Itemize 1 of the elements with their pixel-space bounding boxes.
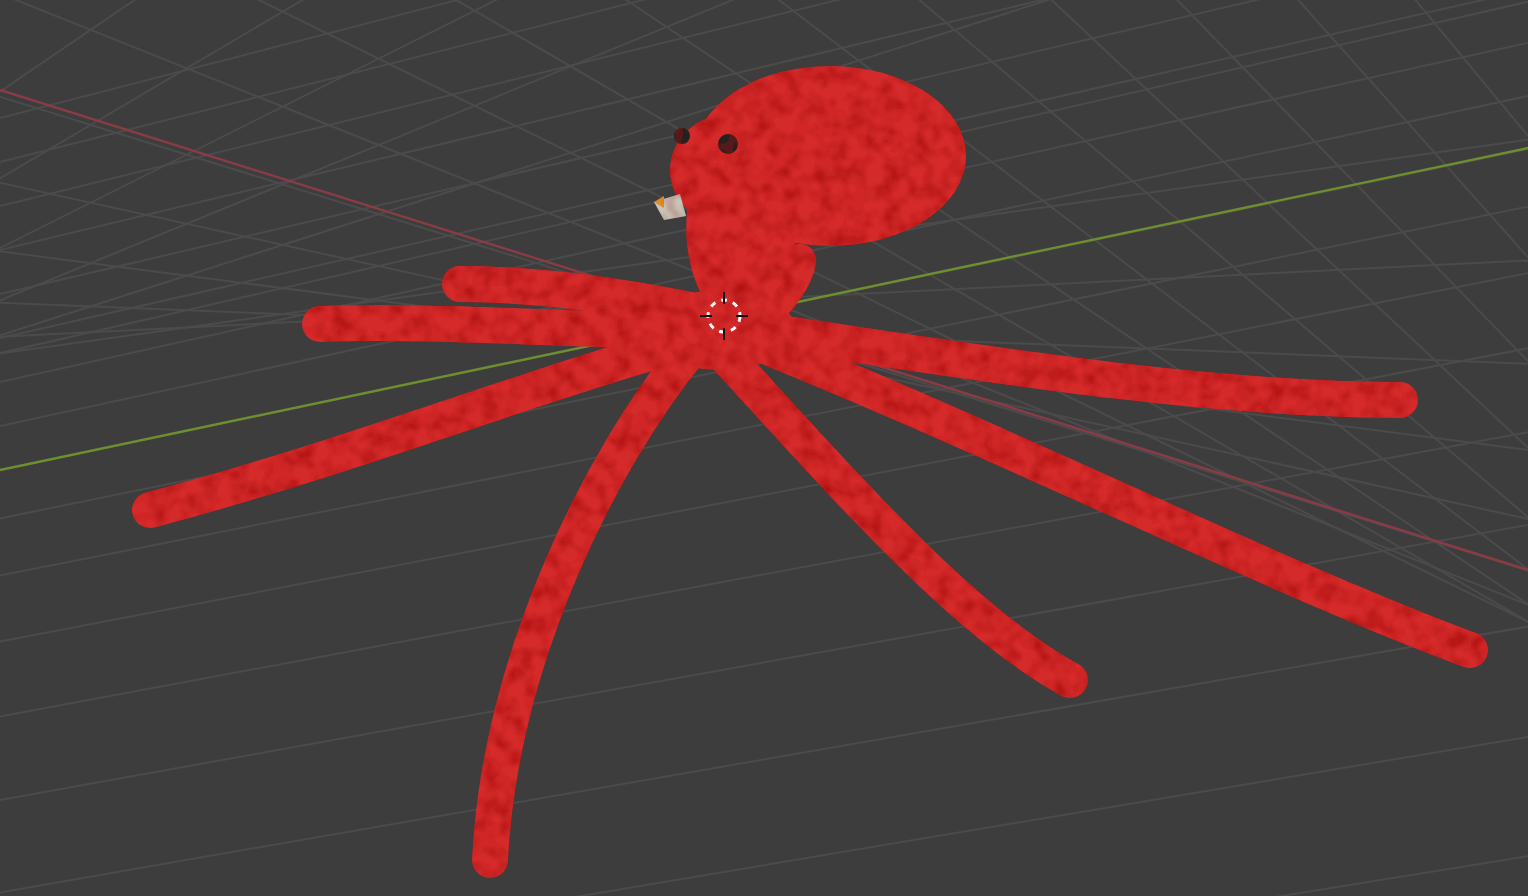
crosshair-icon[interactable] [699, 291, 749, 341]
